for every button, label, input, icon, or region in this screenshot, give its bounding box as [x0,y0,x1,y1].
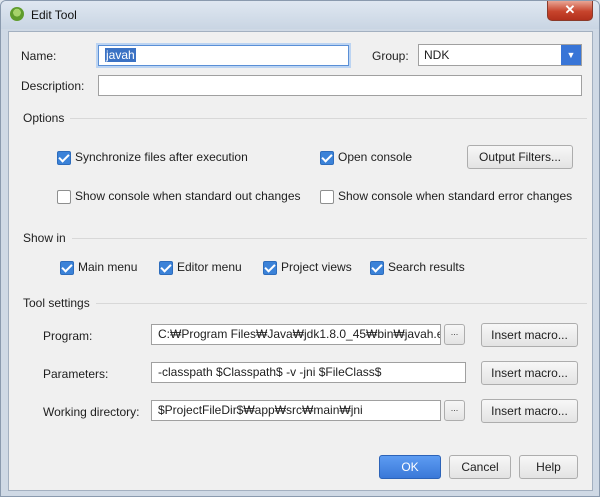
group-value: NDK [424,48,450,62]
chevron-down-icon[interactable]: ▼ [561,45,581,65]
checkbox-checked-icon[interactable] [159,261,173,275]
android-studio-icon [10,7,24,21]
output-filters-button[interactable]: Output Filters... [467,145,573,169]
group-dropdown[interactable]: NDK ▼ [418,44,582,66]
window-title: Edit Tool [31,8,77,22]
tool-settings-section-label: Tool settings [23,296,96,310]
program-field[interactable]: C:₩Program Files₩Java₩jdk1.8.0_45₩bin₩ja… [151,324,441,345]
name-label: Name: [21,49,57,63]
tool-settings-section-header: Tool settings [23,296,587,310]
working-directory-insert-macro-button[interactable]: Insert macro... [481,399,578,423]
cancel-button[interactable]: Cancel [449,455,511,479]
checkbox-checked-icon[interactable] [263,261,277,275]
options-section-label: Options [23,111,71,125]
ok-button[interactable]: OK [379,455,441,479]
checkbox-checked-icon[interactable] [320,151,334,165]
parameters-field[interactable]: -classpath $Classpath$ -v -jni $FileClas… [151,362,466,383]
name-field[interactable]: javah [98,45,349,66]
checkbox-checked-icon[interactable] [57,151,71,165]
parameters-label: Parameters: [43,367,109,381]
parameters-insert-macro-button[interactable]: Insert macro... [481,361,578,385]
checkbox-checked-icon[interactable] [370,261,384,275]
program-label: Program: [43,329,93,343]
working-directory-label: Working directory: [43,405,140,419]
close-button[interactable]: ✕ [547,1,593,21]
checkbox-unchecked-icon[interactable] [57,190,71,204]
working-directory-field[interactable]: $ProjectFileDir$₩app₩src₩main₩jni [151,400,441,421]
dialog-body: Name: javah Group: NDK ▼ Description: Op… [8,31,593,491]
description-label: Description: [21,79,85,93]
checkbox-unchecked-icon[interactable] [320,190,334,204]
edit-tool-dialog: Edit Tool ✕ Name: javah Group: NDK ▼ Des… [0,0,600,497]
options-section-header: Options [23,111,587,125]
name-value: javah [105,48,136,62]
program-insert-macro-button[interactable]: Insert macro... [481,323,578,347]
title-bar: Edit Tool ✕ [1,1,599,29]
description-field[interactable] [98,75,582,96]
show-in-section-label: Show in [23,231,72,245]
help-button[interactable]: Help [519,455,578,479]
program-browse-button[interactable]: ... [444,324,465,345]
working-directory-browse-button[interactable]: ... [444,400,465,421]
show-in-section-header: Show in [23,231,587,245]
group-label: Group: [372,49,409,63]
checkbox-checked-icon[interactable] [60,261,74,275]
